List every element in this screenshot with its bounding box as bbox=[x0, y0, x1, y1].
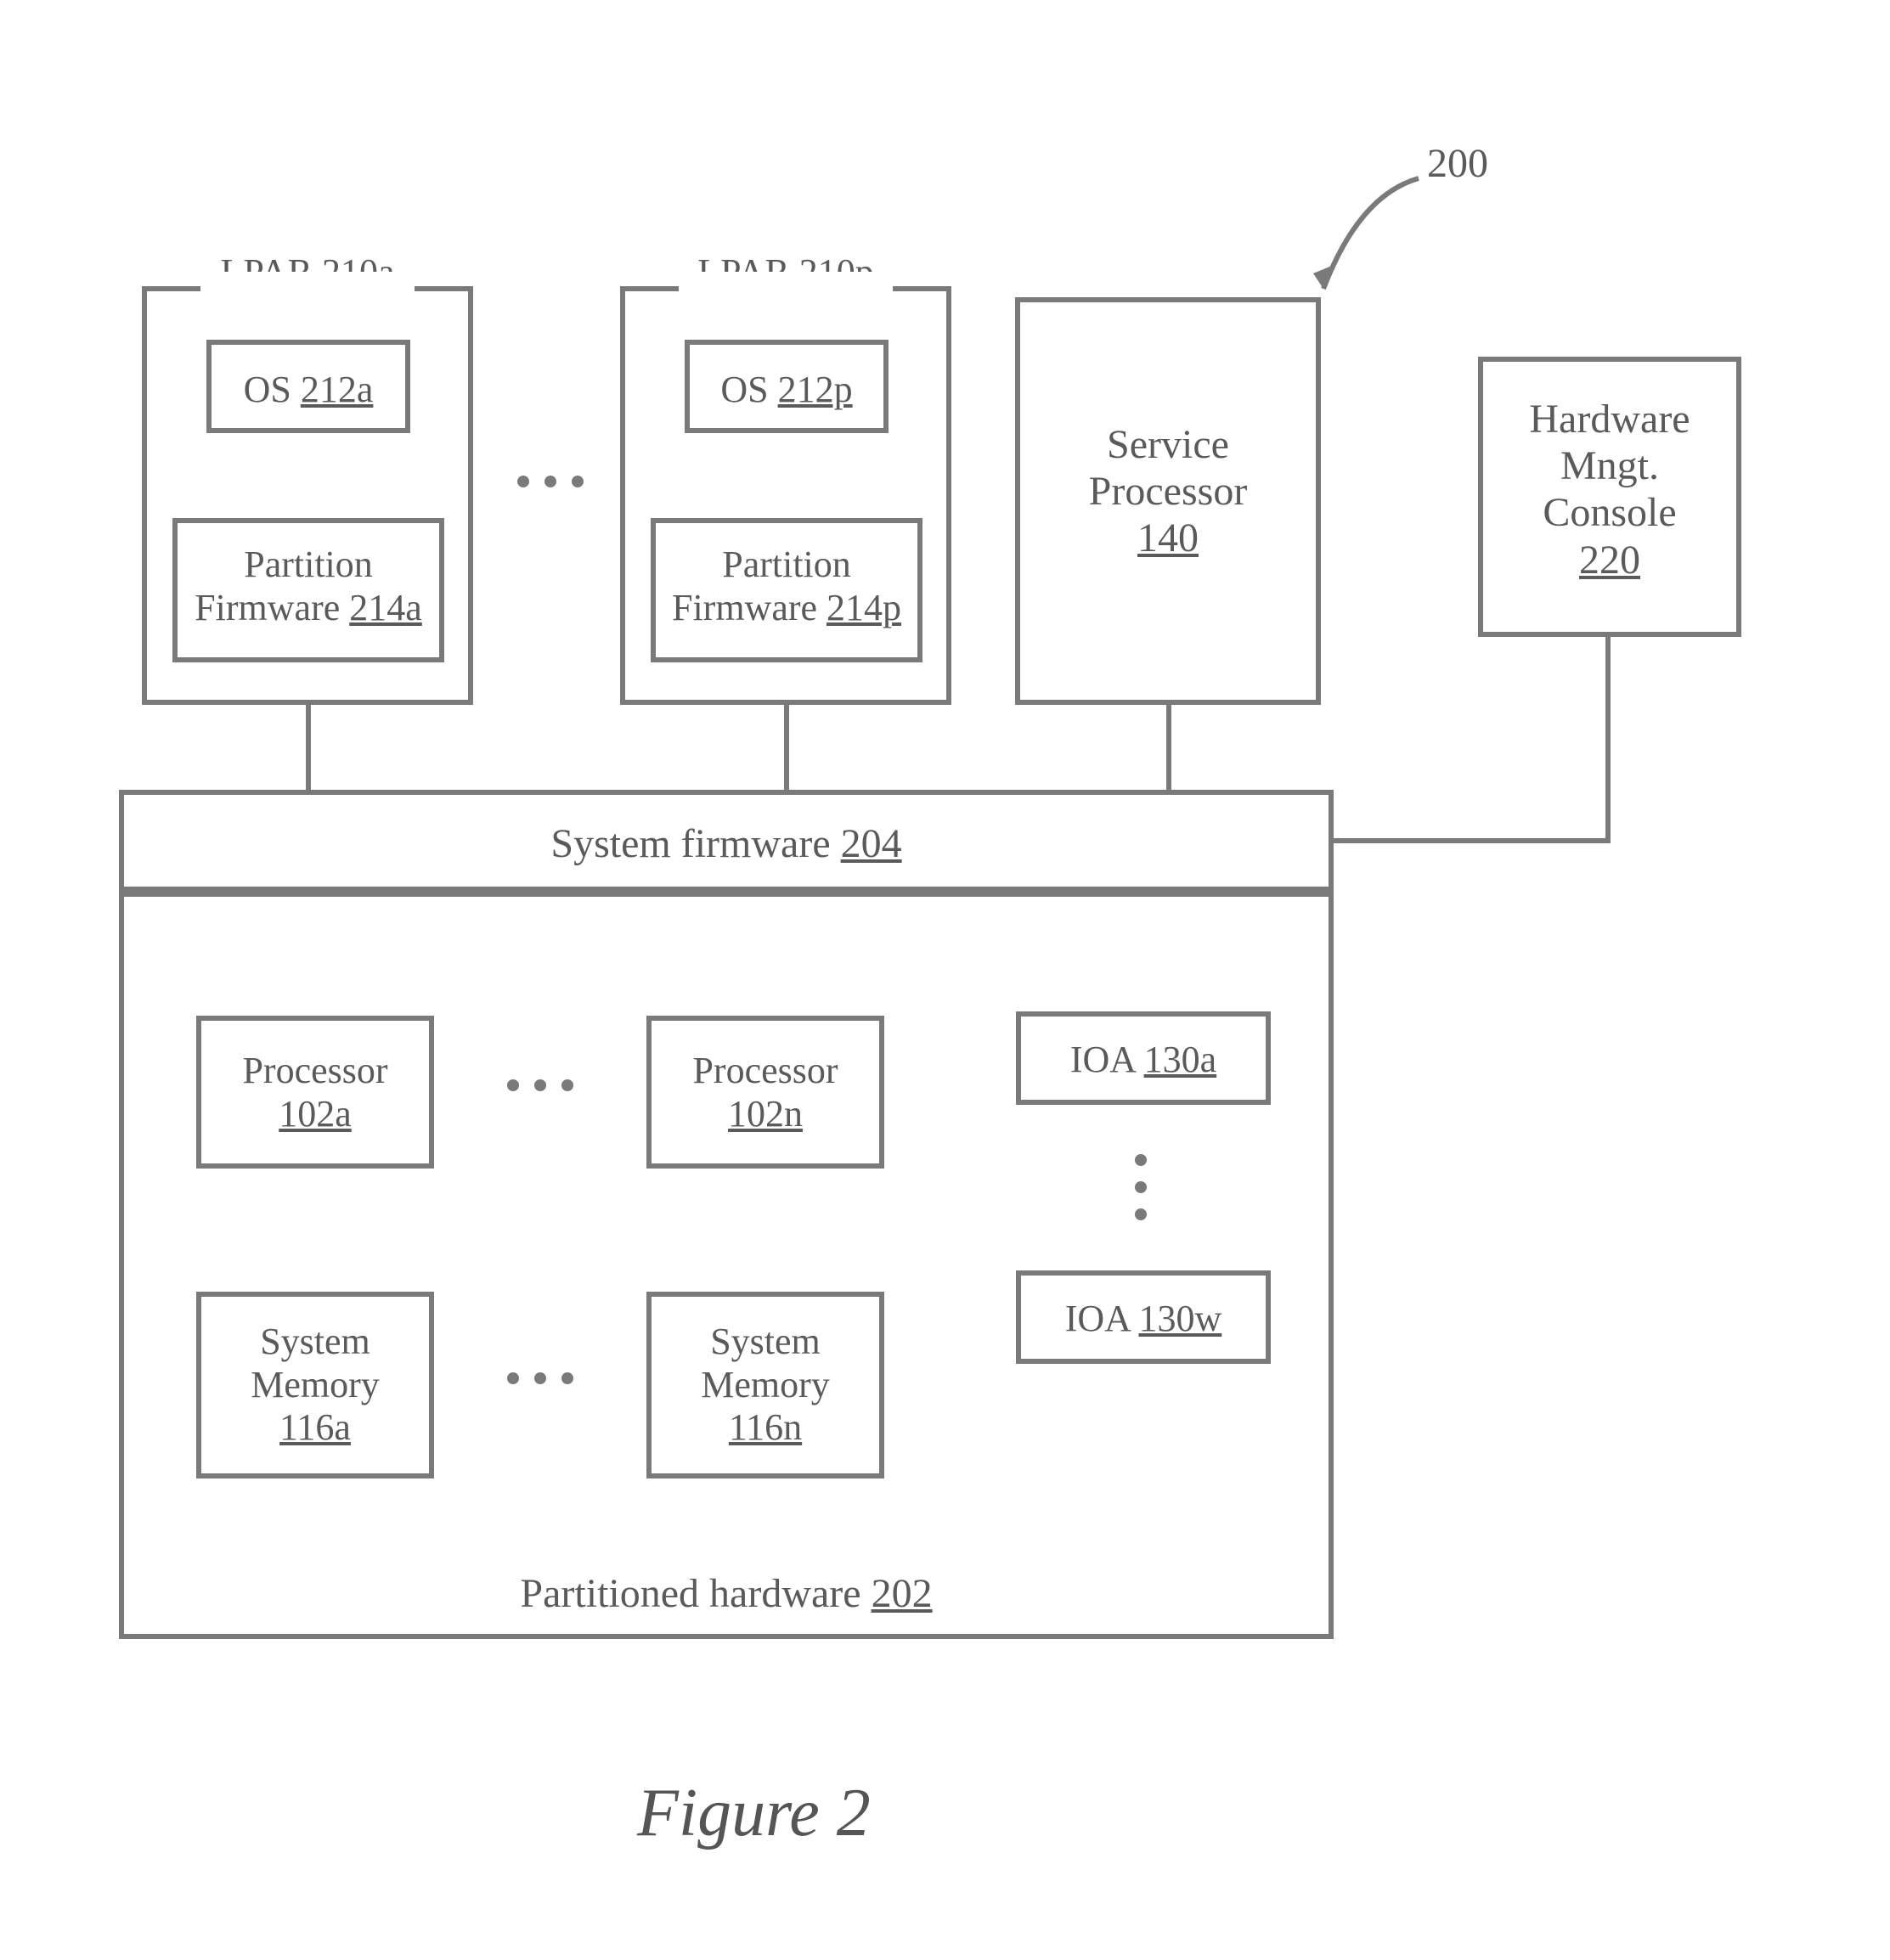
lpar-a-pf: Partition Firmware 214a bbox=[172, 518, 444, 662]
reference-200: 200 bbox=[1427, 140, 1488, 187]
ioa-a-label: IOA 130a bbox=[1021, 1039, 1266, 1082]
service-processor: Service Processor 140 bbox=[1015, 297, 1321, 705]
ioa-w-label: IOA 130w bbox=[1021, 1298, 1266, 1341]
lpar-a-title-mask bbox=[200, 272, 415, 297]
processor-n: Processor102n bbox=[646, 1016, 884, 1169]
hmc-label: Hardware Mngt. Console 220 bbox=[1483, 396, 1736, 583]
memory-n: SystemMemory116n bbox=[646, 1292, 884, 1478]
system-firmware-label: System firmware 204 bbox=[124, 820, 1329, 867]
lpar-p-os: OS 212p bbox=[685, 340, 889, 433]
processor-a: Processor102a bbox=[196, 1016, 434, 1169]
processor-a-label: Processor102a bbox=[201, 1050, 429, 1135]
reference-arrow bbox=[1308, 170, 1444, 306]
memory-a-label: SystemMemory116a bbox=[201, 1321, 429, 1450]
diagram: 200 LPAR 210a OS 212a Partition Firmware… bbox=[0, 0, 1890, 1960]
conn-lpar-p bbox=[784, 705, 789, 790]
figure-caption: Figure 2 bbox=[637, 1775, 871, 1852]
conn-service bbox=[1166, 705, 1171, 790]
ioa-a: IOA 130a bbox=[1016, 1011, 1271, 1105]
lpar-a-os: OS 212a bbox=[206, 340, 410, 433]
ioa-ellipsis bbox=[1135, 1141, 1147, 1234]
lpar-p-title-mask bbox=[679, 272, 893, 297]
lpar-p-pf-label: Partition Firmware 214p bbox=[656, 544, 917, 629]
service-processor-label: Service Processor 140 bbox=[1020, 421, 1316, 562]
lpar-a: LPAR 210a OS 212a Partition Firmware 214… bbox=[142, 289, 473, 705]
memory-n-label: SystemMemory116n bbox=[652, 1321, 879, 1450]
hardware-mgmt-console: Hardware Mngt. Console 220 bbox=[1478, 357, 1741, 637]
lpar-ellipsis bbox=[504, 476, 597, 487]
partitioned-hardware: Partitioned hardware 202 Processor102a P… bbox=[119, 892, 1334, 1639]
conn-hmc-v bbox=[1605, 637, 1611, 841]
lpar-p-pf: Partition Firmware 214p bbox=[651, 518, 922, 662]
partitioned-hardware-label: Partitioned hardware 202 bbox=[124, 1570, 1329, 1617]
conn-hmc-h bbox=[1334, 838, 1611, 843]
memory-ellipsis bbox=[481, 1372, 600, 1384]
system-firmware: System firmware 204 bbox=[119, 790, 1334, 892]
lpar-p: LPAR 210p OS 212p Partition Firmware 214… bbox=[620, 289, 951, 705]
processor-n-label: Processor102n bbox=[652, 1050, 879, 1135]
processor-ellipsis bbox=[481, 1079, 600, 1091]
memory-a: SystemMemory116a bbox=[196, 1292, 434, 1478]
lpar-a-pf-label: Partition Firmware 214a bbox=[178, 544, 439, 629]
lpar-p-os-label: OS 212p bbox=[690, 369, 883, 412]
conn-lpar-a bbox=[306, 705, 311, 790]
lpar-a-os-label: OS 212a bbox=[212, 369, 405, 412]
ioa-w: IOA 130w bbox=[1016, 1270, 1271, 1364]
